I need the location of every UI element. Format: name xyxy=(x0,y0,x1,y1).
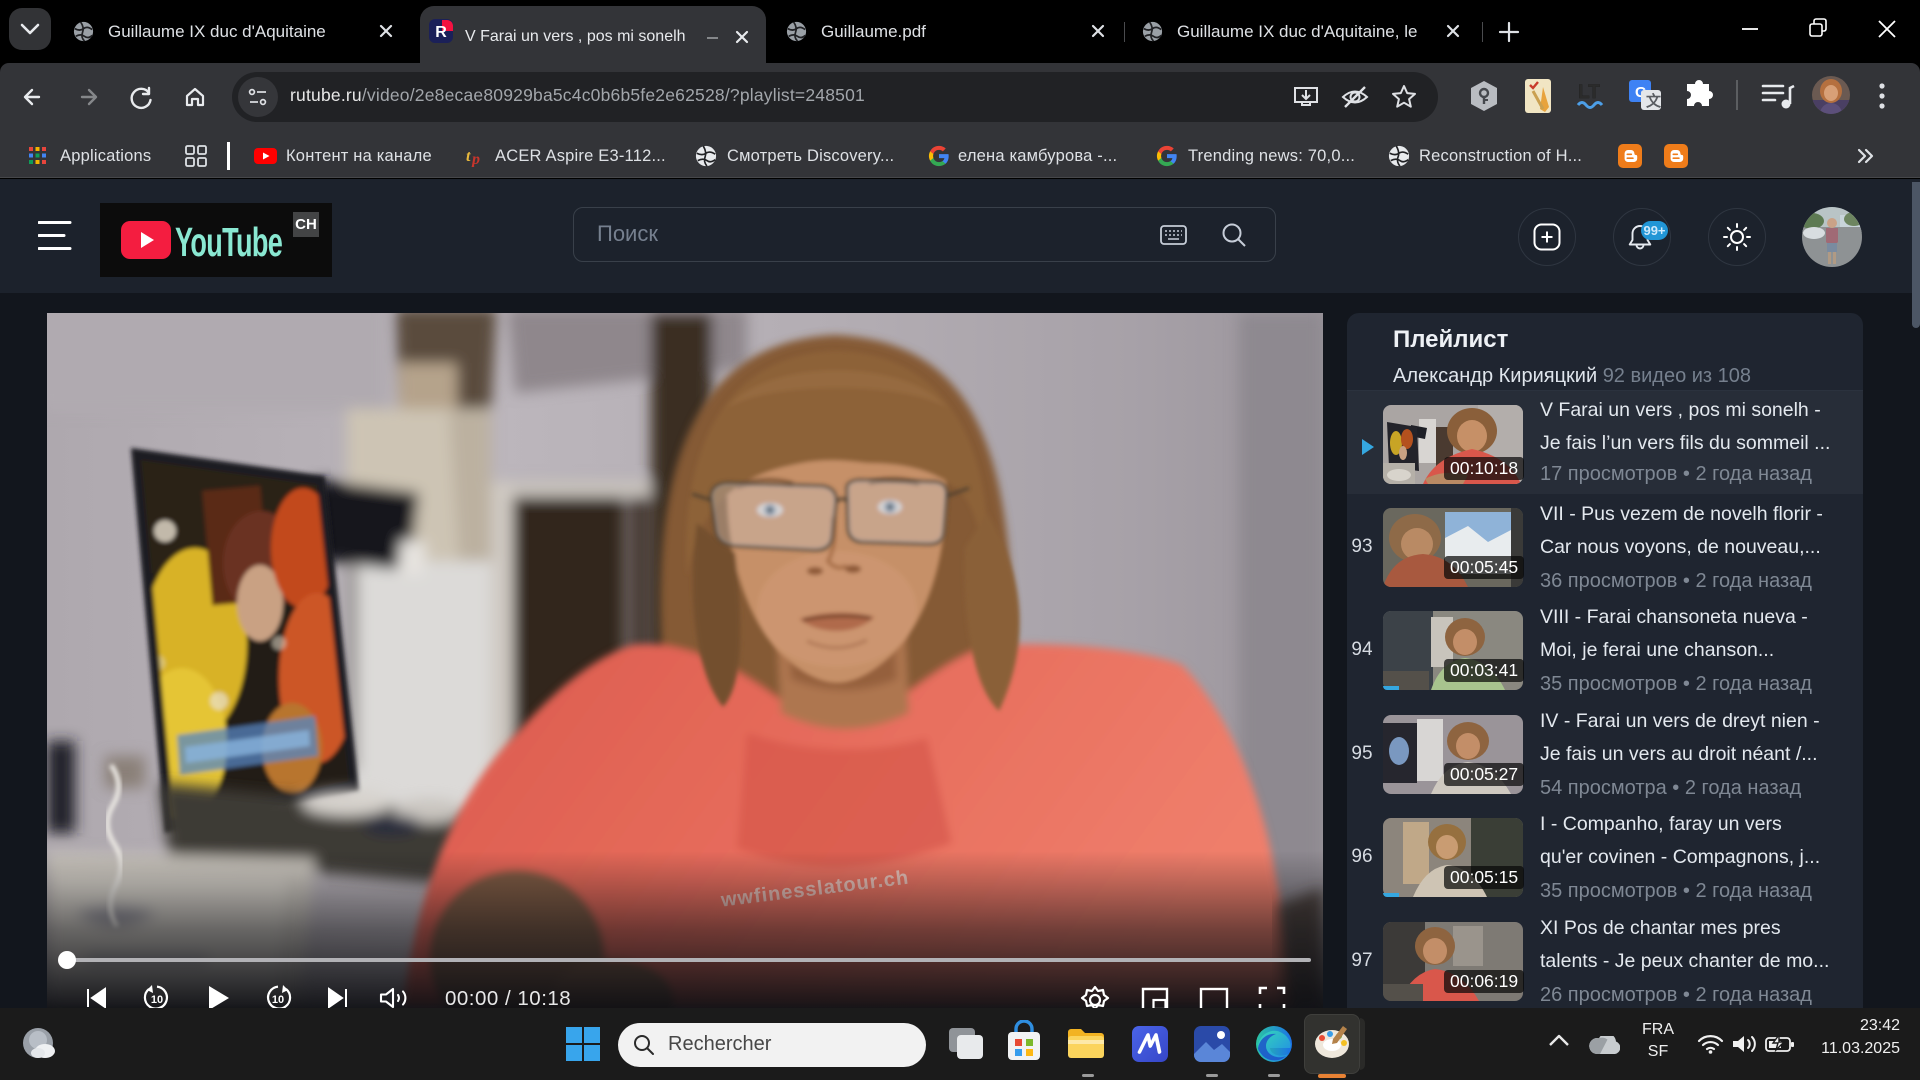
svg-text:LT: LT xyxy=(1578,82,1600,103)
svg-text:10: 10 xyxy=(151,994,163,1006)
svg-text:10: 10 xyxy=(272,994,284,1006)
svg-text:文: 文 xyxy=(1646,92,1662,110)
svg-text:R: R xyxy=(435,24,447,41)
svg-text:p: p xyxy=(470,151,480,167)
svg-text:t: t xyxy=(466,148,471,165)
